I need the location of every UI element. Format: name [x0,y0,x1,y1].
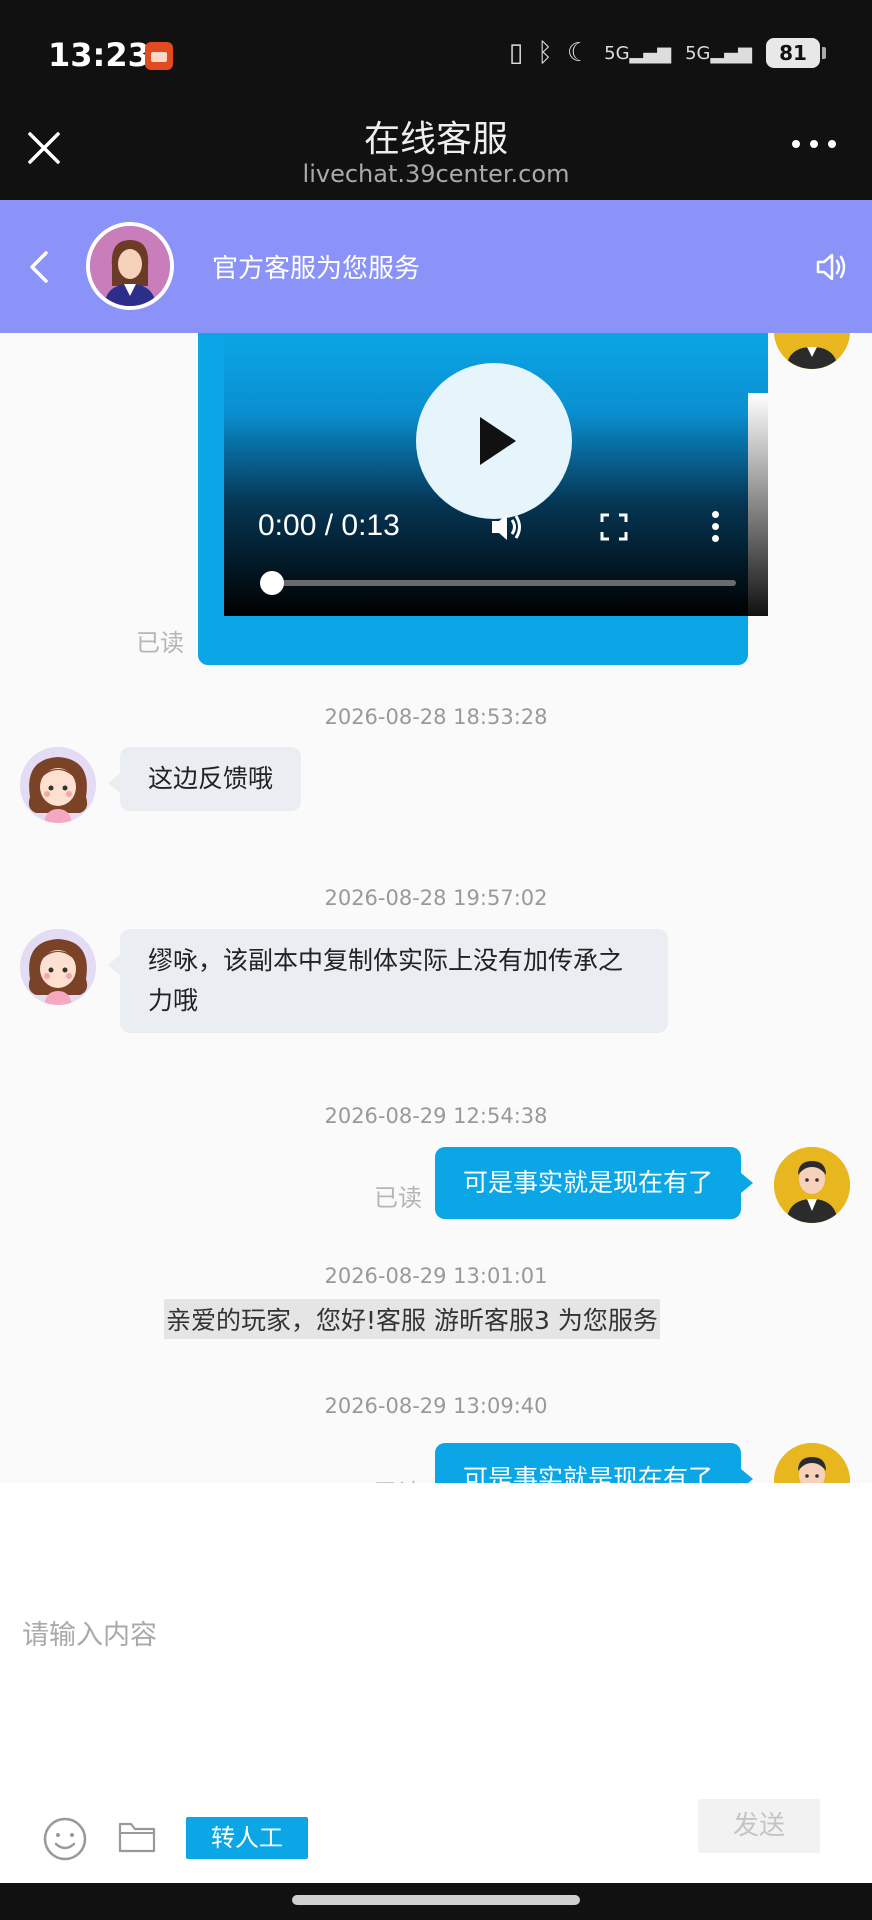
status-bar: 13:23 ▯ ᛒ ☾ 5G▂▄▆ 5G▂▄▆ 81 [0,0,872,100]
page-url: livechat.39center.com [302,160,570,188]
message-line: 缪咏，该副本中复制体实际上没有加传承之 [148,946,624,975]
back-chevron-icon[interactable] [28,250,50,284]
signal-icon: 5G▂▄▆ [685,42,752,64]
system-nav-bar [0,1883,872,1920]
message-timestamp: 2026-08-28 19:57:02 [324,886,548,910]
message-line: 力哦 [148,986,199,1015]
chat-header-subtitle: 官方客服为您服务 [212,254,421,284]
user-avatar [774,1147,850,1223]
emoji-icon[interactable] [42,1816,88,1862]
video-time: 0:00 / 0:13 [258,509,400,542]
read-status: 已读 [374,1473,422,1483]
volume-icon[interactable] [490,511,526,543]
battery-icon: 81 [766,38,826,68]
bluetooth-icon: ᛒ [537,38,553,68]
home-gesture-handle[interactable] [292,1895,580,1905]
play-icon[interactable] [416,363,572,519]
agent-message-bubble: 这边反馈哦 [107,747,302,811]
app-header: 在线客服 livechat.39center.com [0,100,872,200]
vibrate-icon: ▯ [508,38,524,68]
read-status: 已读 [374,1184,422,1212]
message-timestamp: 2026-08-29 12:54:38 [324,1104,548,1128]
moon-icon: ☾ [566,38,591,68]
user-avatar [774,1443,850,1483]
status-icons: ▯ ᛒ ☾ 5G▂▄▆ 5G▂▄▆ 81 [508,38,826,68]
chat-header: 官方客服为您服务 [0,200,872,333]
user-message-bubble: 可是事实就是现在有了 [435,1443,754,1483]
send-button[interactable]: 发送 [698,1799,820,1853]
system-message: 亲爱的玩家，您好!客服 游昕客服3 为您服务 [164,1299,660,1339]
folder-icon[interactable] [118,1820,156,1854]
agent-avatar [86,222,174,310]
video-more-icon[interactable] [712,511,722,545]
read-status: 已读 [136,629,184,657]
input-area: 转人工 发送 [0,1483,872,1883]
video-player[interactable]: 0:00 / 0:13 [224,333,768,616]
fullscreen-icon[interactable] [600,513,628,541]
message-timestamp: 2026-08-28 18:53:28 [324,705,548,729]
agent-avatar [20,747,96,823]
message-timestamp: 2026-08-29 13:09:40 [324,1394,548,1418]
transfer-to-human-button[interactable]: 转人工 [186,1817,308,1859]
notification-app-icon [145,42,173,70]
signal-icon: 5G▂▄▆ [604,42,672,64]
video-message: 0:00 / 0:13 [198,333,768,665]
chat-messages[interactable]: 0:00 / 0:13 已读 2026-08-28 18:53:28 这边反馈哦… [0,333,872,1483]
user-avatar [774,333,850,369]
agent-message-bubble: 缪咏，该副本中复制体实际上没有加传承之 力哦 [108,929,668,1033]
user-message-bubble: 可是事实就是现在有了 [435,1147,754,1219]
page-title: 在线客服 [363,119,508,160]
message-timestamp: 2026-08-29 13:01:01 [324,1264,548,1288]
agent-avatar [20,929,96,1005]
video-progress-knob[interactable] [260,571,284,595]
status-time: 13:23 [48,36,150,74]
speaker-icon[interactable] [814,250,848,284]
message-input[interactable] [22,1613,842,1813]
video-progress-bar[interactable] [270,580,736,586]
more-options-icon[interactable] [792,140,836,148]
